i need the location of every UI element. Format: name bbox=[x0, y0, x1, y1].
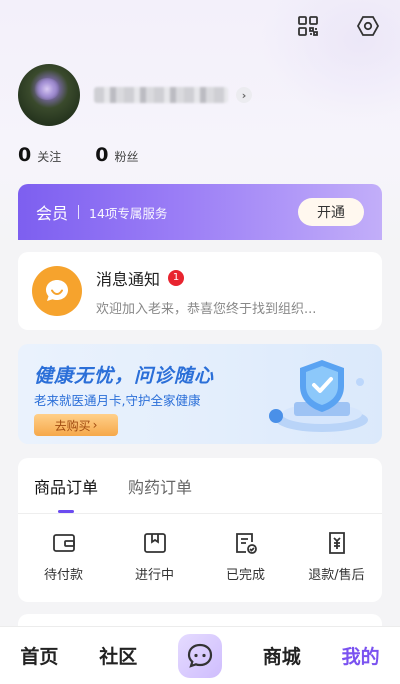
open-membership-button[interactable]: 开通 bbox=[298, 198, 364, 226]
chat-bubble-icon[interactable] bbox=[177, 633, 222, 678]
unread-badge: 1 bbox=[168, 269, 185, 286]
order-status-label: 已完成 bbox=[225, 568, 265, 583]
message-title-row: 消息通知 1 bbox=[96, 266, 368, 290]
order-status-in-progress[interactable]: 进行中 bbox=[115, 530, 195, 583]
message-body: 消息通知 1 欢迎加入老来，恭喜您终于找到组织... bbox=[96, 266, 368, 317]
order-status-label: 待付款 bbox=[43, 568, 83, 583]
message-smile-icon bbox=[32, 266, 82, 316]
order-status-completed[interactable]: 已完成 bbox=[206, 530, 286, 583]
fans-count: 0 bbox=[95, 144, 109, 166]
tab-mall[interactable]: 商城 bbox=[263, 642, 301, 669]
avatar[interactable] bbox=[18, 64, 80, 126]
shield-illustration-icon bbox=[262, 352, 372, 442]
tab-mine[interactable]: 我的 bbox=[342, 642, 380, 669]
refund-icon bbox=[328, 532, 345, 554]
following-label: 关注 bbox=[37, 150, 62, 164]
message-preview: 欢迎加入老来，恭喜您终于找到组织... bbox=[96, 301, 317, 317]
order-status-label: 进行中 bbox=[134, 568, 174, 583]
chevron-right-icon[interactable]: › bbox=[236, 87, 252, 103]
nickname-blurred bbox=[94, 87, 228, 103]
order-status-refund[interactable]: 退款/售后 bbox=[297, 530, 377, 583]
banner-title: 健康无忧，问诊随心 bbox=[34, 365, 215, 387]
banner-subtitle: 老来就医通月卡,守护全家健康 bbox=[34, 393, 201, 408]
member-title: 会员 bbox=[36, 204, 69, 223]
order-status-label: 退款/售后 bbox=[308, 568, 365, 583]
order-status-list: 待付款 进行中 已完成 退款/售后 bbox=[18, 514, 382, 583]
order-status-pending-payment[interactable]: 待付款 bbox=[24, 530, 104, 583]
message-title: 消息通知 bbox=[96, 269, 161, 289]
member-divider bbox=[78, 205, 80, 219]
completed-document-icon bbox=[235, 533, 257, 554]
profile-section[interactable]: › bbox=[18, 64, 252, 126]
header-actions bbox=[294, 12, 382, 40]
fans-label: 粉丝 bbox=[114, 150, 139, 164]
bottom-tab-bar: 首页 社区 商城 我的 bbox=[0, 626, 400, 684]
settings-icon[interactable] bbox=[354, 12, 382, 40]
order-tabs: 商品订单 购药订单 bbox=[18, 458, 382, 514]
fans-stat[interactable]: 0 粉丝 bbox=[95, 144, 138, 166]
tab-community[interactable]: 社区 bbox=[99, 642, 137, 669]
following-count: 0 bbox=[18, 144, 32, 166]
buy-button-label: 去购买 bbox=[54, 418, 91, 433]
health-promo-banner[interactable]: 健康无忧，问诊随心 老来就医通月卡,守护全家健康 去购买 › bbox=[18, 344, 382, 444]
buy-button[interactable]: 去购买 › bbox=[34, 414, 118, 436]
package-icon bbox=[143, 533, 166, 553]
follow-stats: 0 关注 0 粉丝 bbox=[18, 144, 139, 166]
tab-medicine-orders[interactable]: 购药订单 bbox=[128, 474, 192, 498]
orders-card: 商品订单 购药订单 待付款 进行中 已完成 退款/售后 bbox=[18, 458, 382, 602]
member-desc: 14项专属服务 bbox=[89, 205, 168, 221]
message-notification-card[interactable]: 消息通知 1 欢迎加入老来，恭喜您终于找到组织... bbox=[18, 252, 382, 330]
following-stat[interactable]: 0 关注 bbox=[18, 144, 61, 166]
qr-code-icon[interactable] bbox=[294, 12, 322, 40]
membership-card[interactable]: 会员 14项专属服务 开通 bbox=[18, 184, 382, 240]
wallet-icon bbox=[52, 534, 75, 552]
chevron-right-icon: › bbox=[92, 418, 98, 432]
tab-product-orders[interactable]: 商品订单 bbox=[34, 474, 98, 498]
tab-home[interactable]: 首页 bbox=[20, 642, 58, 669]
